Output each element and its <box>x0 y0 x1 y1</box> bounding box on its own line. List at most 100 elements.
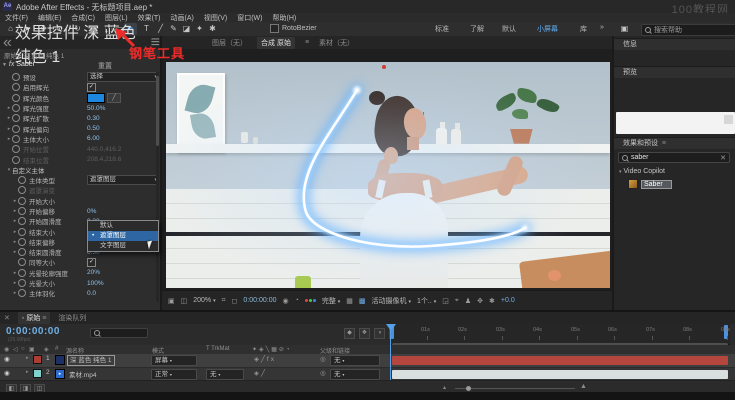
timeline-timecode[interactable]: 0:00:00:00 <box>6 326 60 337</box>
stopwatch-icon[interactable] <box>18 207 26 215</box>
stopwatch-icon[interactable] <box>12 73 20 81</box>
resolution-dropdown[interactable]: 完整 ▾ <box>322 296 340 306</box>
blend-mode-dropdown[interactable]: 屏幕 ▾ <box>151 355 197 366</box>
value-glow-bias[interactable]: 0.50 <box>87 125 100 132</box>
menu-window[interactable]: 窗口(W) <box>232 13 267 23</box>
frame-blending-icon[interactable]: ❖ <box>359 328 370 339</box>
stopwatch-icon[interactable] <box>12 114 20 122</box>
menu-animation[interactable]: 动画(A) <box>166 13 199 23</box>
parent-dropdown[interactable]: 无 ▾ <box>330 355 380 366</box>
motion-blur-icon[interactable]: ◑ <box>374 328 385 339</box>
label-color-chip[interactable] <box>33 355 42 364</box>
expand-chevron-icon[interactable]: ▸ <box>26 369 29 375</box>
enable-glow-checkbox[interactable]: ✓ <box>87 83 96 92</box>
trkmat-dropdown[interactable]: 无 ▾ <box>206 369 244 380</box>
effect-panel-scrollbar[interactable] <box>156 72 159 302</box>
stopwatch-icon[interactable] <box>18 258 26 266</box>
stopwatch-icon[interactable] <box>18 217 26 225</box>
effect-expand-icon[interactable]: ▼ <box>2 62 7 68</box>
dropdown-option-mask-layer[interactable]: 遮罩图层 <box>88 231 158 241</box>
timeline-zoom-knob[interactable] <box>466 386 471 391</box>
close-icon[interactable]: ✕ <box>4 314 10 322</box>
panel-menu-icon[interactable]: ≡ <box>662 140 666 147</box>
stopwatch-icon[interactable] <box>18 289 26 297</box>
tab-preview[interactable]: 预览 <box>614 66 735 78</box>
eraser-tool-icon[interactable]: ◪ <box>180 23 193 35</box>
parent-dropdown[interactable]: 无 ▾ <box>330 369 380 380</box>
always-preview-icon[interactable]: ▣ <box>168 297 175 305</box>
layer-row-1[interactable]: ◉ ▸ 1 深 蓝色 纯色 1 屏幕 ▾ ◈╱fx ◎ 无 ▾ <box>0 354 735 367</box>
uniform-size-checkbox[interactable]: ✓ <box>87 258 96 267</box>
stopwatch-icon[interactable] <box>18 238 26 246</box>
tab-effects-presets[interactable]: 效果和预设 ≡ <box>614 137 735 149</box>
tab-layer[interactable]: 图层（无） <box>212 38 247 48</box>
grid-guides-icon[interactable]: ⌗ <box>222 297 226 305</box>
tab-composition[interactable]: 合成 原始 <box>257 37 295 49</box>
expand-chevron-icon[interactable]: ▸ <box>26 355 29 361</box>
value-glow-spread[interactable]: 0.30 <box>87 115 100 122</box>
snapshot-camera-icon[interactable]: ◉ <box>282 297 288 305</box>
pixel-aspect-icon[interactable]: ◲ <box>442 297 449 305</box>
eyedropper-icon[interactable]: ╱ <box>107 93 121 103</box>
stopwatch-icon[interactable] <box>12 94 20 102</box>
dropdown-option-default[interactable]: 默认 <box>88 221 158 231</box>
workspace-libraries[interactable]: 库 <box>580 24 587 34</box>
pickwhip-icon[interactable]: ◎ <box>320 369 326 377</box>
viewer-timecode[interactable]: 0:00:00:00 <box>243 297 276 304</box>
workspace-icon[interactable]: ▣ <box>618 23 631 35</box>
tab-render-queue[interactable]: 渲染队列 <box>58 313 86 323</box>
region-of-interest-icon[interactable]: ▦ <box>346 297 353 305</box>
exposure-value[interactable]: +0.0 <box>501 297 515 304</box>
stopwatch-icon[interactable] <box>12 83 20 91</box>
stopwatch-icon[interactable] <box>18 228 26 236</box>
menu-view[interactable]: 视图(V) <box>199 13 232 23</box>
tab-timeline-comp[interactable]: ▪ 原始 ≡ <box>18 312 50 324</box>
rotobezier-toggle[interactable]: RotoBezier <box>270 24 317 33</box>
clear-search-icon[interactable]: ✕ <box>720 154 726 162</box>
saber-effect-label[interactable]: Saber <box>641 180 672 189</box>
stopwatch-icon[interactable] <box>18 279 26 287</box>
active-camera-dropdown[interactable]: 活动摄像机 ▾ <box>372 296 411 306</box>
eye-icon[interactable]: ◉ <box>4 369 10 377</box>
pickwhip-icon[interactable]: ◎ <box>320 355 326 363</box>
fast-previews-icon[interactable]: ⌖ <box>455 297 459 305</box>
transparency-grid-icon[interactable]: ▩ <box>359 297 366 305</box>
magnification-icon[interactable]: ◫ <box>181 297 188 305</box>
timeline-search-input[interactable] <box>90 328 148 338</box>
help-search-input[interactable]: 搜索帮助 <box>641 24 735 36</box>
trkmat-header[interactable]: T TrkMat <box>206 346 230 352</box>
stopwatch-icon[interactable] <box>18 248 26 256</box>
workspace-overflow-chevron[interactable]: » <box>600 24 604 31</box>
flowchart-icon[interactable]: ✥ <box>477 297 483 305</box>
panel-menu-icon[interactable]: ≡ <box>305 39 309 46</box>
effect-name[interactable]: Saber <box>16 61 35 68</box>
value-core-size[interactable]: 6.00 <box>87 135 100 142</box>
playhead-icon[interactable] <box>386 324 396 336</box>
workspace-learn[interactable]: 了解 <box>470 24 484 34</box>
stopwatch-icon[interactable] <box>18 269 26 277</box>
reset-exposure-icon[interactable]: ✱ <box>489 297 495 305</box>
core-type-dropdown[interactable]: 遮罩图层▾ <box>87 175 159 185</box>
blend-mode-dropdown[interactable]: 正常 ▾ <box>151 369 197 380</box>
zoom-level-dropdown[interactable]: 200% ▾ <box>193 297 215 304</box>
mask-visibility-icon[interactable]: ◻ <box>232 297 238 305</box>
channel-colors-icon[interactable] <box>305 299 316 302</box>
show-snapshot-icon[interactable]: ◔ <box>295 297 299 304</box>
effects-item-saber[interactable]: Saber <box>628 179 672 189</box>
glow-color-swatch[interactable] <box>87 93 105 103</box>
group-customize-core[interactable]: ▾自定义主体 <box>0 165 160 175</box>
workspace-small-screen[interactable]: 小屏幕 <box>537 24 558 34</box>
layer-name[interactable]: 素材.mp4 <box>69 369 96 379</box>
effect-reset-link[interactable]: 重置 <box>98 61 112 71</box>
shy-layers-icon[interactable]: ◆ <box>344 328 355 339</box>
zoom-out-mountain-icon[interactable]: ▴ <box>443 384 446 391</box>
roto-brush-tool-icon[interactable]: ✦ <box>193 23 206 35</box>
stopwatch-icon[interactable] <box>12 125 20 133</box>
preset-dropdown[interactable]: 选择▾ <box>87 72 159 82</box>
workspace-standard[interactable]: 标准 <box>435 24 449 34</box>
menu-help[interactable]: 帮助(H) <box>268 13 302 23</box>
view-layout-dropdown[interactable]: 1个.. ▾ <box>417 296 436 306</box>
layer-switches-icons[interactable]: ◈╱fx <box>254 355 276 363</box>
rotobezier-checkbox[interactable] <box>270 24 279 33</box>
tab-footage[interactable]: 素材（无） <box>319 38 354 48</box>
